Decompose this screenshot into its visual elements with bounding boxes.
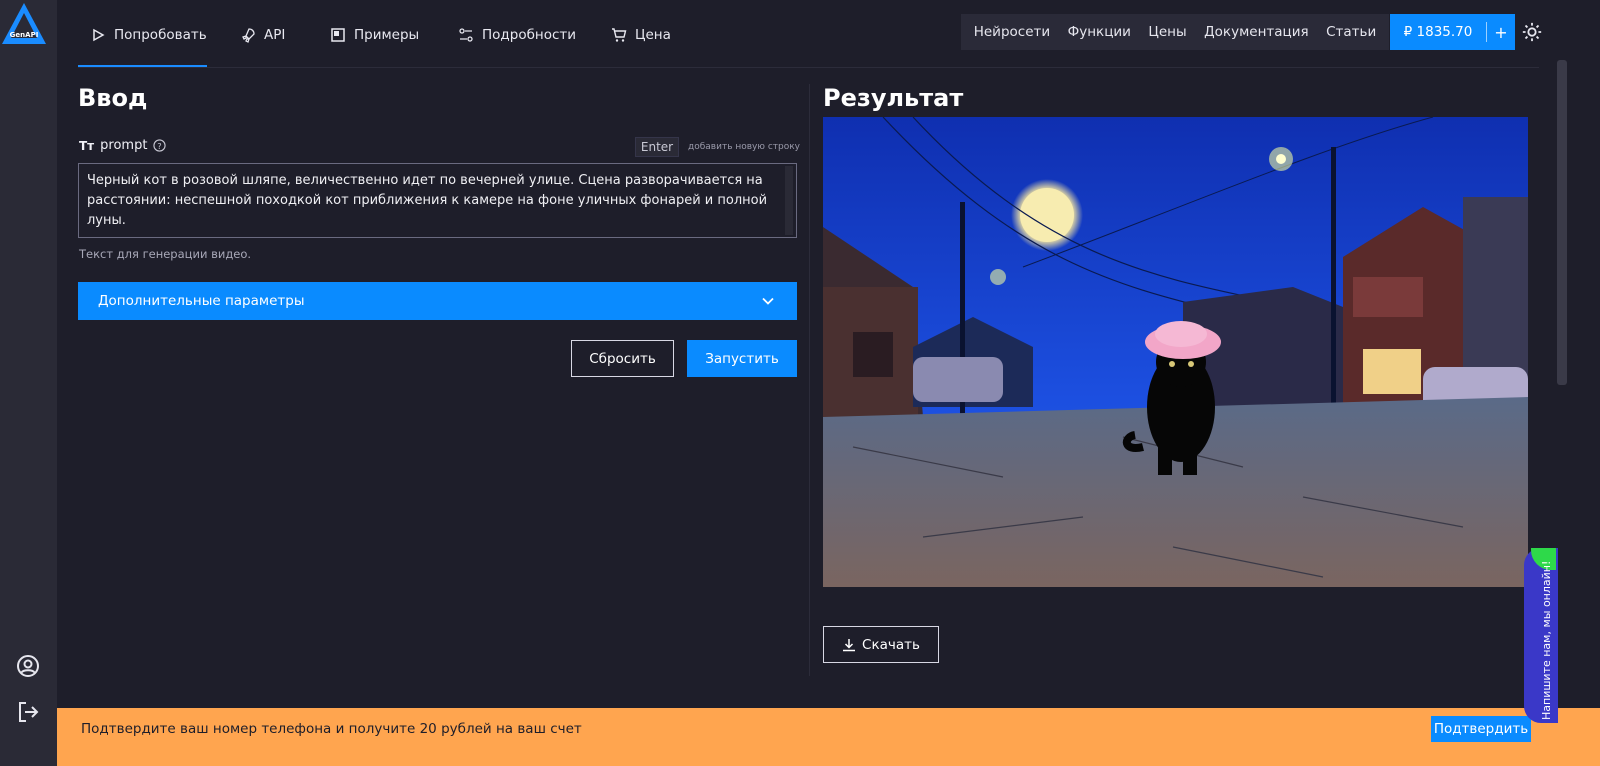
prompt-label: Tт prompt ? — [79, 138, 167, 153]
tab-details-label: Подробности — [482, 27, 577, 43]
link-docs[interactable]: Документация — [1204, 24, 1309, 40]
link-neural-networks[interactable]: Нейросети — [974, 24, 1050, 40]
confirm-phone-button[interactable]: Подтвердить — [1431, 716, 1531, 742]
svg-text:?: ? — [158, 141, 162, 151]
prompt-help-text: Текст для генерации видео. — [79, 247, 252, 261]
logo-text: GenAPI — [9, 31, 39, 39]
tab-examples-label: Примеры — [354, 27, 420, 43]
download-label: Скачать — [862, 636, 920, 653]
reset-button[interactable]: Сбросить — [571, 340, 674, 377]
download-button[interactable]: Скачать — [823, 626, 939, 663]
chevron-down-icon — [762, 297, 774, 305]
text-type-icon: Tт — [79, 138, 95, 153]
top-links: Нейросети Функции Цены Документация Стат… — [961, 14, 1389, 50]
tab-api-label: API — [264, 27, 286, 43]
cart-icon — [612, 28, 627, 42]
prompt-input[interactable]: Черный кот в розовой шляпе, величественн… — [78, 163, 797, 238]
tab-try-label: Попробовать — [114, 27, 207, 43]
logout-icon[interactable] — [16, 700, 40, 724]
phone-confirm-banner — [57, 708, 1600, 766]
examples-icon — [331, 28, 345, 42]
prompt-scrollbar[interactable] — [785, 166, 793, 235]
enter-hint-text: добавить новую строку — [688, 142, 800, 152]
enter-key-hint: Enter — [635, 137, 679, 157]
extra-params-toggle[interactable]: Дополнительные параметры — [78, 282, 797, 320]
result-video-frame[interactable] — [823, 117, 1528, 587]
input-title: Ввод — [78, 84, 148, 112]
link-articles[interactable]: Статьи — [1326, 24, 1376, 40]
prompt-label-text: prompt — [100, 138, 148, 153]
rocket-icon — [242, 28, 255, 43]
panel-divider — [809, 84, 810, 676]
sliders-icon — [459, 28, 473, 42]
profile-icon[interactable] — [16, 654, 40, 678]
tab-examples[interactable]: Примеры — [330, 20, 419, 50]
download-icon — [843, 638, 856, 651]
link-prices[interactable]: Цены — [1148, 24, 1186, 40]
run-button[interactable]: Запустить — [687, 340, 797, 377]
tab-price-label: Цена — [635, 27, 671, 43]
nav-divider — [78, 67, 1539, 68]
tab-price[interactable]: Цена — [611, 20, 671, 50]
sun-icon[interactable] — [1521, 21, 1543, 43]
active-tab-indicator — [78, 65, 207, 67]
add-funds-button[interactable]: + — [1487, 23, 1515, 42]
link-functions[interactable]: Функции — [1068, 24, 1131, 40]
chat-widget-label[interactable]: Напишите нам, мы онлайн! — [1540, 561, 1553, 720]
tab-details[interactable]: Подробности — [458, 20, 576, 50]
left-rail — [0, 0, 57, 766]
result-title: Результат — [823, 84, 964, 112]
balance-widget[interactable]: ₽ 1835.70 + — [1390, 14, 1515, 50]
help-icon[interactable]: ? — [153, 139, 167, 152]
genapi-logo[interactable] — [0, 0, 57, 50]
tab-try[interactable]: Попробовать — [90, 20, 207, 50]
balance-value[interactable]: ₽ 1835.70 — [1390, 24, 1486, 40]
tab-api[interactable]: API — [240, 20, 285, 50]
page-scrollbar[interactable] — [1557, 60, 1567, 385]
banner-text: Подтвердите ваш номер телефона и получит… — [81, 721, 582, 737]
play-icon — [93, 28, 105, 42]
extra-params-label: Дополнительные параметры — [98, 293, 305, 309]
